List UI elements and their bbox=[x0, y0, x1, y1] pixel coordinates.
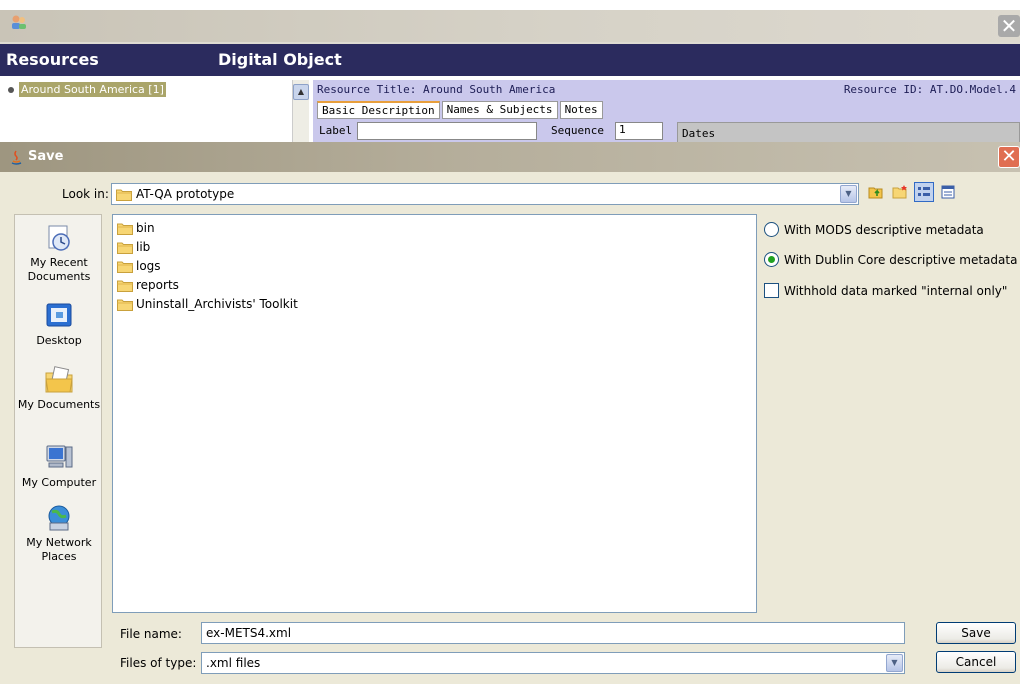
tree-scrollbar[interactable]: ▲ bbox=[292, 80, 309, 146]
up-folder-icon bbox=[868, 187, 883, 199]
file-type-value: .xml files bbox=[206, 656, 261, 670]
dialog-toolbar bbox=[866, 182, 958, 202]
tab-names-subjects[interactable]: Names & Subjects bbox=[441, 101, 558, 119]
place-label: My Network Places bbox=[26, 536, 92, 563]
chevron-down-icon[interactable]: ▼ bbox=[886, 654, 903, 672]
folder-icon bbox=[117, 242, 133, 254]
file-name: Uninstall_Archivists' Toolkit bbox=[136, 297, 298, 311]
list-item[interactable]: reports bbox=[117, 277, 179, 293]
list-view-icon bbox=[918, 187, 930, 196]
label-field-label: Label bbox=[319, 124, 353, 137]
resource-id: Resource ID: AT.DO.Model.4 bbox=[843, 83, 1016, 96]
place-my-computer[interactable]: My Computer bbox=[15, 443, 103, 490]
desktop-icon bbox=[46, 303, 72, 327]
save-button[interactable]: Save bbox=[936, 622, 1016, 644]
new-folder-button[interactable] bbox=[890, 182, 910, 202]
tree-bullet-icon bbox=[8, 86, 14, 93]
place-network-places[interactable]: My Network Places bbox=[15, 503, 103, 564]
details-view-icon bbox=[941, 185, 955, 199]
withhold-option[interactable]: Withhold data marked "internal only" bbox=[764, 283, 1007, 298]
details-view-button[interactable] bbox=[938, 182, 958, 202]
place-label: My Recent Documents bbox=[27, 256, 91, 283]
file-list[interactable]: bin lib logs reports Uninstall_Archivist… bbox=[112, 214, 757, 613]
app-header: Resources Digital Object bbox=[0, 42, 1020, 76]
app-close-button[interactable]: ✕ bbox=[998, 15, 1020, 37]
look-in-label: Look in: bbox=[62, 187, 109, 201]
look-in-combo[interactable]: AT-QA prototype ▼ bbox=[111, 183, 859, 205]
list-item[interactable]: logs bbox=[117, 258, 161, 274]
file-name: bin bbox=[136, 221, 155, 235]
tree-item-label: Around South America [1] bbox=[19, 82, 166, 97]
network-places-icon bbox=[48, 505, 70, 531]
file-name-label: File name: bbox=[120, 627, 182, 641]
list-view-button[interactable] bbox=[914, 182, 934, 202]
mods-option-label: With MODS descriptive metadata bbox=[784, 222, 984, 237]
folder-icon bbox=[117, 280, 133, 292]
users-icon bbox=[12, 15, 26, 29]
place-recent-documents[interactable]: My Recent Documents bbox=[15, 223, 103, 284]
resource-panel: Resource Title: Around South America Res… bbox=[313, 80, 1020, 146]
place-label: My Documents bbox=[17, 398, 101, 411]
place-label: Desktop bbox=[36, 334, 82, 347]
recent-documents-icon bbox=[48, 225, 70, 251]
save-dialog: Look in: AT-QA prototype ▼ My Recent Doc… bbox=[0, 172, 1020, 684]
dublin-core-radio[interactable] bbox=[764, 252, 779, 267]
list-item[interactable]: bin bbox=[117, 220, 155, 236]
sequence-label: Sequence bbox=[551, 124, 604, 137]
look-in-value: AT-QA prototype bbox=[136, 187, 235, 201]
digital-object-heading: Digital Object bbox=[218, 50, 342, 69]
dialog-close-button[interactable]: ✕ bbox=[998, 146, 1020, 168]
mods-option[interactable]: With MODS descriptive metadata bbox=[764, 222, 984, 237]
file-name: reports bbox=[136, 278, 179, 292]
up-one-level-button[interactable] bbox=[866, 182, 886, 202]
sequence-input[interactable]: 1 bbox=[615, 122, 663, 140]
app-titlebar: ✕ bbox=[0, 10, 1020, 42]
my-documents-icon bbox=[45, 366, 73, 393]
cancel-button[interactable]: Cancel bbox=[936, 651, 1016, 673]
java-icon bbox=[11, 150, 22, 165]
folder-icon bbox=[116, 189, 132, 201]
folder-icon bbox=[117, 299, 133, 311]
file-type-combo[interactable]: .xml files ▼ bbox=[201, 652, 905, 674]
file-type-label: Files of type: bbox=[120, 656, 197, 670]
resource-tabs: Basic Description Names & Subjects Notes bbox=[317, 101, 603, 119]
tree-item[interactable]: Around South America [1] bbox=[8, 82, 166, 97]
app-body: Around South America [1] ▲ Resource Titl… bbox=[0, 76, 1020, 146]
scroll-up-icon[interactable]: ▲ bbox=[293, 84, 309, 100]
save-dialog-titlebar: Save ✕ bbox=[0, 142, 1020, 172]
place-label: My Computer bbox=[21, 476, 97, 489]
dublin-core-option-label: With Dublin Core descriptive metadata bbox=[784, 252, 1018, 267]
file-name: lib bbox=[136, 240, 151, 254]
tab-notes[interactable]: Notes bbox=[559, 101, 603, 119]
resources-heading: Resources bbox=[6, 50, 99, 69]
resource-title: Resource Title: Around South America bbox=[317, 83, 556, 96]
withhold-option-label: Withhold data marked "internal only" bbox=[784, 283, 1008, 298]
places-bar: My Recent Documents Desktop My Documents bbox=[14, 214, 102, 648]
list-item[interactable]: Uninstall_Archivists' Toolkit bbox=[117, 296, 298, 312]
dublin-core-option[interactable]: With Dublin Core descriptive metadata bbox=[764, 252, 1017, 267]
my-computer-icon bbox=[46, 445, 73, 468]
chevron-down-icon[interactable]: ▼ bbox=[840, 185, 857, 203]
folder-icon bbox=[117, 223, 133, 235]
new-folder-icon bbox=[892, 185, 907, 199]
place-desktop[interactable]: Desktop bbox=[15, 301, 103, 348]
list-item[interactable]: lib bbox=[117, 239, 150, 255]
file-name: logs bbox=[136, 259, 161, 273]
mods-radio[interactable] bbox=[764, 222, 779, 237]
file-name-input[interactable]: ex-METS4.xml bbox=[201, 622, 905, 644]
place-my-documents[interactable]: My Documents bbox=[15, 365, 103, 412]
dialog-title: Save bbox=[28, 149, 64, 164]
withhold-checkbox[interactable] bbox=[764, 283, 779, 298]
folder-icon bbox=[117, 261, 133, 273]
label-input[interactable] bbox=[357, 122, 537, 140]
tab-basic-description[interactable]: Basic Description bbox=[317, 101, 440, 119]
